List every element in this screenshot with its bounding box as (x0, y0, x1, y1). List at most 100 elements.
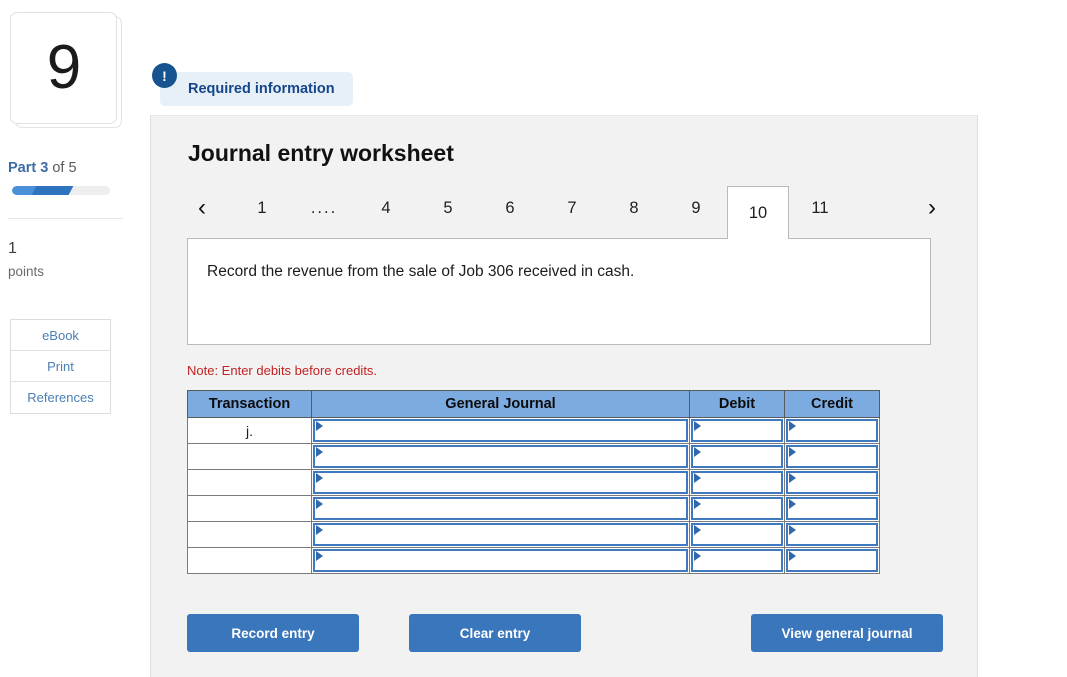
rail-divider (8, 218, 123, 219)
question-number-card: 9 (10, 12, 122, 128)
general-journal-field-cell (311, 417, 690, 444)
credit-field-cell (784, 547, 880, 574)
general-journal-field-cell (311, 547, 690, 574)
general-journal-field[interactable] (313, 523, 688, 546)
tab-11[interactable]: 11 (789, 186, 851, 230)
credit-field[interactable] (786, 419, 878, 442)
part-indicator: Part 3 of 5 (8, 160, 138, 176)
credit-field[interactable] (786, 497, 878, 520)
debit-field-cell (689, 547, 785, 574)
general-journal-field-cell (311, 443, 690, 470)
cell-dropdown-caret-icon (694, 447, 701, 457)
cell-dropdown-caret-icon (694, 525, 701, 535)
credit-field-cell (784, 417, 880, 444)
points-value: 1 (8, 240, 17, 257)
journal-entry-table: Transaction General Journal Debit Credit… (187, 390, 880, 574)
table-header-row: Transaction General Journal Debit Credit (187, 390, 880, 418)
table-row (187, 469, 880, 496)
credit-field-cell (784, 443, 880, 470)
debits-before-credits-note: Note: Enter debits before credits. (187, 363, 378, 378)
exclamation-icon: ! (152, 63, 177, 88)
transaction-prompt-box: Record the revenue from the sale of Job … (187, 238, 931, 345)
cell-dropdown-caret-icon (694, 499, 701, 509)
general-journal-field-cell (311, 469, 690, 496)
debit-field[interactable] (691, 497, 783, 520)
table-row (187, 495, 880, 522)
tab-6[interactable]: 6 (479, 186, 541, 230)
tab-10[interactable]: 10 (727, 186, 789, 239)
credit-field-cell (784, 521, 880, 548)
cell-dropdown-caret-icon (789, 499, 796, 509)
ebook-button[interactable]: eBook (11, 320, 110, 351)
previous-tab-arrow-icon[interactable]: ‹ (187, 186, 217, 230)
points-label: points (8, 264, 45, 279)
tab-7[interactable]: 7 (541, 186, 603, 230)
transaction-cell (187, 495, 312, 522)
credit-field[interactable] (786, 471, 878, 494)
cell-dropdown-caret-icon (316, 551, 323, 561)
tab-list: 1.... 4 5 6 7 8 9 10 11 (231, 186, 851, 239)
general-journal-field[interactable] (313, 419, 688, 442)
general-journal-field[interactable] (313, 471, 688, 494)
clear-entry-button[interactable]: Clear entry (409, 614, 581, 652)
general-journal-field-cell (311, 521, 690, 548)
part-progress-bar (12, 186, 110, 195)
tab-9[interactable]: 9 (665, 186, 727, 230)
next-tab-arrow-icon[interactable]: › (917, 186, 947, 230)
transaction-cell (187, 443, 312, 470)
tab-1[interactable]: 1 (231, 186, 293, 230)
view-general-journal-button[interactable]: View general journal (751, 614, 943, 652)
debit-field[interactable] (691, 549, 783, 572)
cell-dropdown-caret-icon (789, 525, 796, 535)
required-information-label: Required information (188, 81, 335, 97)
debit-field-cell (689, 521, 785, 548)
print-button[interactable]: Print (11, 351, 110, 382)
part-current-number: 3 (40, 160, 49, 176)
column-header-general-journal: General Journal (311, 390, 690, 418)
tab-4[interactable]: 4 (355, 186, 417, 230)
debit-field[interactable] (691, 523, 783, 546)
credit-field-cell (784, 469, 880, 496)
references-button[interactable]: References (11, 382, 110, 413)
cell-dropdown-caret-icon (316, 447, 323, 457)
record-entry-button[interactable]: Record entry (187, 614, 359, 652)
cell-dropdown-caret-icon (789, 447, 796, 457)
cell-dropdown-caret-icon (316, 421, 323, 431)
general-journal-field[interactable] (313, 549, 688, 572)
cell-dropdown-caret-icon (694, 421, 701, 431)
credit-field[interactable] (786, 549, 878, 572)
part-prefix-label: Part (8, 160, 37, 176)
credit-field[interactable] (786, 445, 878, 468)
table-row: j. (187, 417, 880, 444)
cell-dropdown-caret-icon (789, 551, 796, 561)
part-progress-stripe (31, 186, 74, 195)
column-header-debit: Debit (689, 390, 785, 418)
cell-dropdown-caret-icon (316, 499, 323, 509)
general-journal-field[interactable] (313, 445, 688, 468)
debit-field[interactable] (691, 419, 783, 442)
cell-dropdown-caret-icon (694, 551, 701, 561)
transaction-prompt-text: Record the revenue from the sale of Job … (207, 263, 635, 280)
debit-field[interactable] (691, 471, 783, 494)
worksheet-panel: Journal entry worksheet ‹ 1.... 4 5 6 7 8 9 10 1… (150, 115, 978, 677)
general-journal-field-cell (311, 495, 690, 522)
transaction-cell (187, 521, 312, 548)
debit-field-cell (689, 495, 785, 522)
page-title: Journal entry worksheet (188, 140, 454, 166)
action-button-bar: Record entry Clear entry View general jo… (187, 614, 943, 652)
table-row (187, 547, 880, 574)
question-card-face: 9 (10, 12, 117, 124)
tab-8[interactable]: 8 (603, 186, 665, 230)
required-information-pill: Required information (160, 72, 353, 106)
table-row (187, 443, 880, 470)
worksheet-tabs: ‹ 1.... 4 5 6 7 8 9 10 11 › (187, 186, 947, 239)
general-journal-field[interactable] (313, 497, 688, 520)
debit-field[interactable] (691, 445, 783, 468)
column-header-credit: Credit (784, 390, 880, 418)
debit-field-cell (689, 443, 785, 470)
transaction-cell: j. (187, 417, 312, 444)
tab-5[interactable]: 5 (417, 186, 479, 230)
tab-ellipsisellipsisellipsisellipsis[interactable]: .... (293, 186, 355, 230)
credit-field[interactable] (786, 523, 878, 546)
column-header-transaction: Transaction (187, 390, 312, 418)
